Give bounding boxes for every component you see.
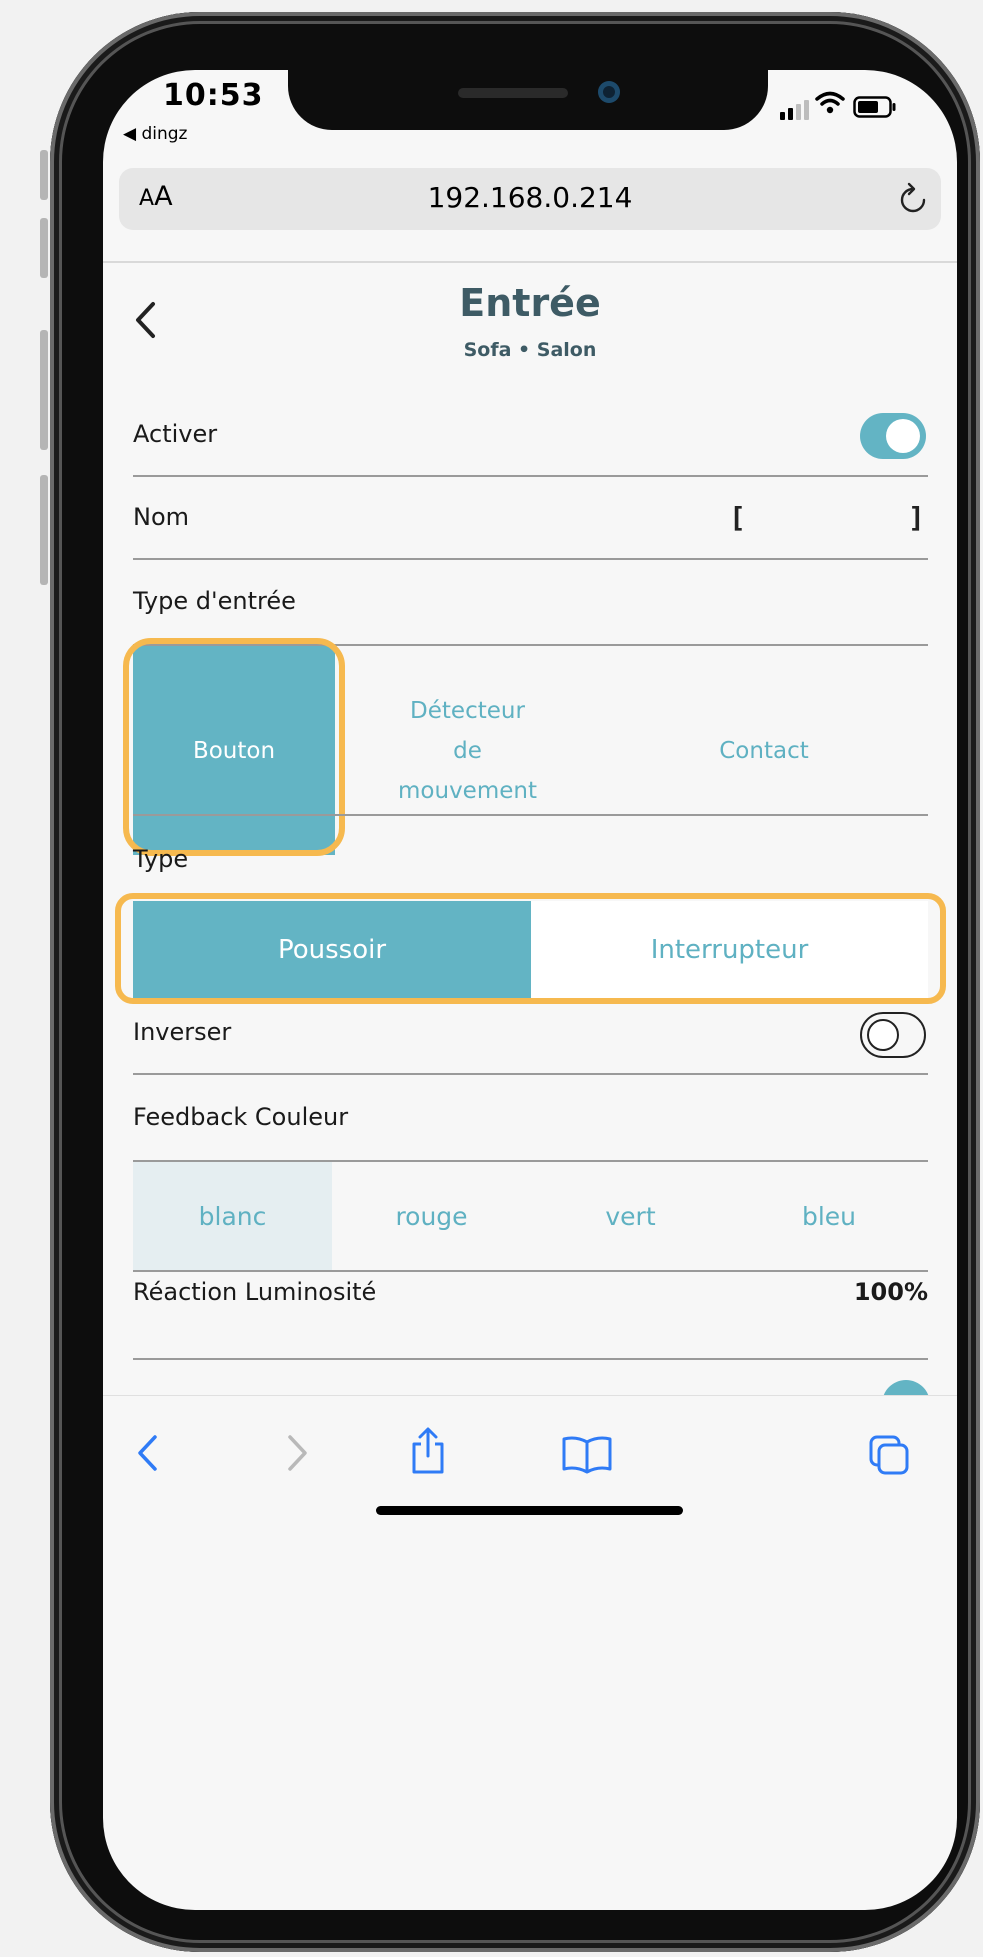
forward-icon[interactable]: [286, 1434, 310, 1472]
page-subtitle: Sofa • Salon: [463, 339, 597, 361]
wifi-icon: [815, 91, 845, 114]
divider: [133, 1073, 928, 1075]
url-text: 192.168.0.214: [427, 181, 633, 214]
color-option-bleu[interactable]: bleu: [730, 1162, 928, 1270]
activer-label: Activer: [133, 420, 218, 448]
type-option-interrupteur[interactable]: Interrupteur: [531, 901, 928, 998]
input-type-option-bouton[interactable]: Bouton: [133, 646, 335, 855]
input-type-label: Type d'entrée: [133, 587, 296, 615]
status-time: 10:53: [163, 78, 264, 113]
side-button-volume-down: [40, 330, 48, 450]
color-option-vert[interactable]: vert: [531, 1162, 730, 1270]
battery-icon: [853, 96, 896, 118]
nom-label: Nom: [133, 503, 190, 531]
color-option-blanc[interactable]: blanc: [133, 1162, 332, 1270]
activer-toggle[interactable]: [860, 413, 926, 459]
reload-icon[interactable]: [897, 182, 929, 216]
divider: [133, 1270, 928, 1272]
home-indicator: [376, 1506, 683, 1515]
divider: [133, 475, 928, 477]
back-to-app-link[interactable]: ◀ dingz: [123, 124, 187, 144]
type-label: Type: [133, 845, 189, 873]
input-type-option-contact[interactable]: Contact: [600, 646, 928, 855]
page-title: Entrée: [459, 281, 601, 325]
browser-toolbar: [103, 1395, 957, 1521]
luminosite-label: Réaction Luminosité: [133, 1278, 377, 1306]
type-option-poussoir[interactable]: Poussoir: [133, 901, 531, 998]
tabs-icon[interactable]: [868, 1434, 912, 1478]
input-type-segmented: Bouton Détecteur de mouvement Contact: [123, 638, 928, 856]
color-option-rouge[interactable]: rouge: [332, 1162, 531, 1270]
address-bar[interactable]: AA 192.168.0.214: [119, 168, 941, 230]
side-button-power: [40, 475, 48, 585]
nom-bracket-close: ]: [908, 501, 925, 534]
input-type-option-detecteur[interactable]: Détecteur de mouvement: [335, 646, 600, 855]
luminosite-value: 100%: [853, 1278, 928, 1306]
type-segmented: Poussoir Interrupteur: [115, 893, 946, 1004]
feedback-color-segmented: blanc rouge vert bleu: [133, 1162, 928, 1270]
signal-icon: [780, 100, 809, 120]
toggle-knob: [867, 1019, 899, 1051]
notch: [288, 70, 768, 130]
share-icon[interactable]: [408, 1426, 448, 1476]
toggle-knob: [886, 419, 920, 453]
inverser-toggle[interactable]: [860, 1012, 926, 1058]
feedback-label: Feedback Couleur: [133, 1103, 349, 1131]
divider: [133, 558, 928, 560]
nom-input[interactable]: [743, 501, 893, 537]
bookmarks-icon[interactable]: [561, 1434, 613, 1474]
back-icon[interactable]: [135, 1434, 159, 1472]
speaker-grille: [458, 88, 568, 98]
camera-icon: [598, 81, 620, 103]
divider: [133, 1358, 928, 1360]
web-page: Entrée Sofa • Salon Activer Nom [ ] Type…: [103, 263, 957, 1463]
side-button-volume-up: [40, 218, 48, 278]
phone-screen: 10:53 ◀ dingz AA 192.168.0.214 Entrée So…: [103, 70, 957, 1910]
divider: [133, 814, 928, 816]
side-button-mute: [40, 150, 48, 200]
inverser-label: Inverser: [133, 1018, 232, 1046]
